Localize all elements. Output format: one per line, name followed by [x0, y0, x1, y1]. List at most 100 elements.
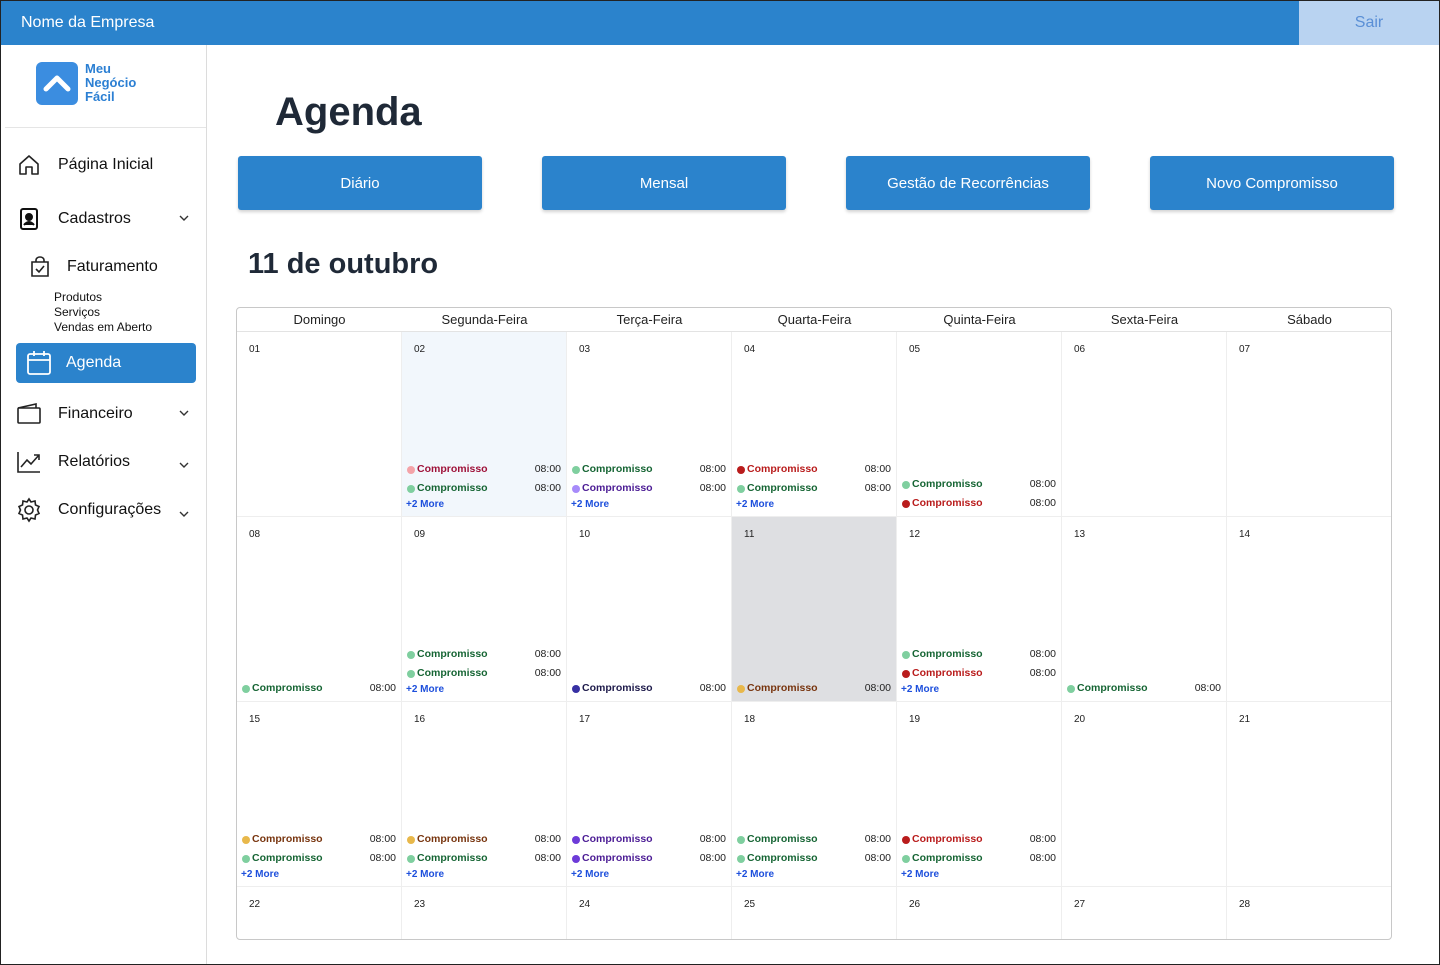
calendar-day-cell[interactable]: 04 Compromisso 08:00 Compromisso 08:00 +2 Mor…	[732, 332, 897, 517]
monthly-view-button[interactable]: Mensal	[542, 156, 786, 210]
calendar-day-cell[interactable]: 13 Compromisso 08:00	[1062, 517, 1227, 702]
event-time: 08:00	[699, 852, 726, 864]
event-item[interactable]: Compromisso 08:00	[737, 852, 891, 866]
calendar-day-cell[interactable]: 14	[1227, 517, 1391, 702]
calendar-day-cell[interactable]: 28	[1227, 887, 1391, 939]
submenu-item-produtos[interactable]: Produtos	[54, 290, 152, 305]
event-item[interactable]: Compromisso 08:00	[407, 852, 561, 866]
event-item[interactable]: Compromisso 08:00	[407, 648, 561, 662]
calendar-day-cell[interactable]: 25	[732, 887, 897, 939]
more-events-link[interactable]: +2 More	[736, 869, 774, 880]
day-number: 23	[414, 899, 426, 910]
calendar-day-cell[interactable]: 10 Compromisso 08:00	[567, 517, 732, 702]
day-number: 11	[744, 529, 755, 540]
more-events-link[interactable]: +2 More	[901, 869, 939, 880]
new-appointment-button[interactable]: Novo Compromisso	[1150, 156, 1394, 210]
submenu-item-servicos[interactable]: Serviços	[54, 305, 152, 320]
more-events-link[interactable]: +2 More	[901, 684, 939, 695]
calendar-day-cell[interactable]: 09 Compromisso 08:00 Compromisso 08:00 +2 Mor…	[402, 517, 567, 702]
event-item[interactable]: Compromisso 08:00	[242, 682, 396, 696]
nav-item-home[interactable]: Página Inicial	[16, 146, 196, 184]
event-item[interactable]: Compromisso 08:00	[902, 648, 1056, 662]
calendar-day-cell[interactable]: 20	[1062, 702, 1227, 887]
calendar-day-cell[interactable]: 19 Compromisso 08:00 Compromisso 08:00 +2 Mor…	[897, 702, 1062, 887]
event-item[interactable]: Compromisso 08:00	[407, 667, 561, 681]
calendar-day-cell[interactable]: 08 Compromisso 08:00	[237, 517, 402, 702]
nav-item-configuracoes[interactable]: Configurações	[16, 491, 196, 529]
more-events-link[interactable]: +2 More	[571, 869, 609, 880]
more-events-link[interactable]: +2 More	[571, 499, 609, 510]
daily-view-button[interactable]: Diário	[238, 156, 482, 210]
event-item[interactable]: Compromisso 08:00	[572, 482, 726, 496]
more-events-link[interactable]: +2 More	[406, 499, 444, 510]
calendar-day-cell[interactable]: 22	[237, 887, 402, 939]
calendar-day-cell[interactable]: 06	[1062, 332, 1227, 517]
calendar-day-cell[interactable]: 24	[567, 887, 732, 939]
current-date-heading: 11 de outubro	[248, 248, 439, 280]
event-item[interactable]: Compromisso 08:00	[737, 463, 891, 477]
event-item[interactable]: Compromisso 08:00	[572, 463, 726, 477]
event-item[interactable]: Compromisso 08:00	[902, 852, 1056, 866]
event-item[interactable]: Compromisso 08:00	[572, 852, 726, 866]
calendar-day-cell[interactable]: 21	[1227, 702, 1391, 887]
calendar-day-cell[interactable]: 23	[402, 887, 567, 939]
calendar-day-cell[interactable]: 15 Compromisso 08:00 Compromisso 08:00 +2 Mor…	[237, 702, 402, 887]
chevron-down-icon	[179, 511, 189, 517]
submenu-item-vendas[interactable]: Vendas em Aberto	[54, 320, 152, 335]
logout-button[interactable]: Sair	[1299, 1, 1439, 45]
nav-item-faturamento[interactable]: Faturamento	[27, 248, 207, 286]
day-number: 17	[579, 714, 591, 725]
calendar-grid: Domingo Segunda-Feira Terça-Feira Quarta-Fe…	[236, 307, 1392, 940]
event-item[interactable]: Compromisso 08:00	[242, 852, 396, 866]
event-item[interactable]: Compromisso 08:00	[902, 478, 1056, 492]
calendar-day-cell[interactable]: 26	[897, 887, 1062, 939]
event-item[interactable]: Compromisso 08:00	[1067, 682, 1221, 696]
calendar-day-cell[interactable]: 12 Compromisso 08:00 Compromisso 08:00 +2 Mor…	[897, 517, 1062, 702]
event-name: Compromisso	[417, 833, 488, 845]
event-time: 08:00	[369, 833, 396, 845]
day-number: 10	[579, 529, 591, 540]
event-item[interactable]: Compromisso 08:00	[407, 463, 561, 477]
more-events-link[interactable]: +2 More	[406, 684, 444, 695]
nav-item-relatorios[interactable]: Relatórios	[16, 443, 196, 481]
day-number: 15	[249, 714, 261, 725]
more-events-link[interactable]: +2 More	[736, 499, 774, 510]
event-item[interactable]: Compromisso 08:00	[572, 682, 726, 696]
recurrences-button[interactable]: Gestão de Recorrências	[846, 156, 1090, 210]
calendar-day-cell[interactable]: 11 Compromisso 08:00	[732, 517, 897, 702]
event-item[interactable]: Compromisso 08:00	[407, 833, 561, 847]
calendar-day-cell[interactable]: 01	[237, 332, 402, 517]
calendar-day-cell[interactable]: 27	[1062, 887, 1227, 939]
calendar-day-cell[interactable]: 03 Compromisso 08:00 Compromisso 08:00 +2 Mor…	[567, 332, 732, 517]
event-item[interactable]: Compromisso 08:00	[902, 667, 1056, 681]
day-number: 01	[249, 344, 261, 355]
event-color-dot	[242, 855, 250, 863]
event-item[interactable]: Compromisso 08:00	[572, 833, 726, 847]
logo[interactable]: Meu Negócio Fácil	[36, 62, 136, 108]
event-item[interactable]: Compromisso 08:00	[737, 682, 891, 696]
nav-item-cadastros[interactable]: Cadastros	[16, 200, 196, 238]
weekday-label: Sábado	[1287, 312, 1332, 327]
calendar-day-cell[interactable]: 07	[1227, 332, 1391, 517]
calendar-day-cell[interactable]: 17 Compromisso 08:00 Compromisso 08:00 +2 Mor…	[567, 702, 732, 887]
more-events-link[interactable]: +2 More	[241, 869, 279, 880]
nav-item-agenda[interactable]: Agenda	[16, 343, 196, 383]
calendar-day-cell[interactable]: 05 Compromisso 08:00 Compromisso 08:00	[897, 332, 1062, 517]
nav-item-label: Relatórios	[58, 453, 131, 470]
event-time: 08:00	[1029, 478, 1056, 490]
event-color-dot	[407, 836, 415, 844]
event-item[interactable]: Compromisso 08:00	[737, 833, 891, 847]
event-time: 08:00	[534, 482, 561, 494]
event-item[interactable]: Compromisso 08:00	[407, 482, 561, 496]
event-item[interactable]: Compromisso 08:00	[242, 833, 396, 847]
more-events-link[interactable]: +2 More	[406, 869, 444, 880]
nav-item-financeiro[interactable]: Financeiro	[16, 395, 196, 433]
event-item[interactable]: Compromisso 08:00	[902, 833, 1056, 847]
calendar-day-cell[interactable]: 02 Compromisso 08:00 Compromisso 08:00 +2 Mor…	[402, 332, 567, 517]
calendar-day-cell[interactable]: 18 Compromisso 08:00 Compromisso 08:00 +2 Mor…	[732, 702, 897, 887]
day-number: 12	[909, 529, 921, 540]
weekday-label: Terça-Feira	[616, 312, 683, 327]
event-item[interactable]: Compromisso 08:00	[737, 482, 891, 496]
calendar-day-cell[interactable]: 16 Compromisso 08:00 Compromisso 08:00 +2 Mor…	[402, 702, 567, 887]
event-item[interactable]: Compromisso 08:00	[902, 497, 1056, 511]
